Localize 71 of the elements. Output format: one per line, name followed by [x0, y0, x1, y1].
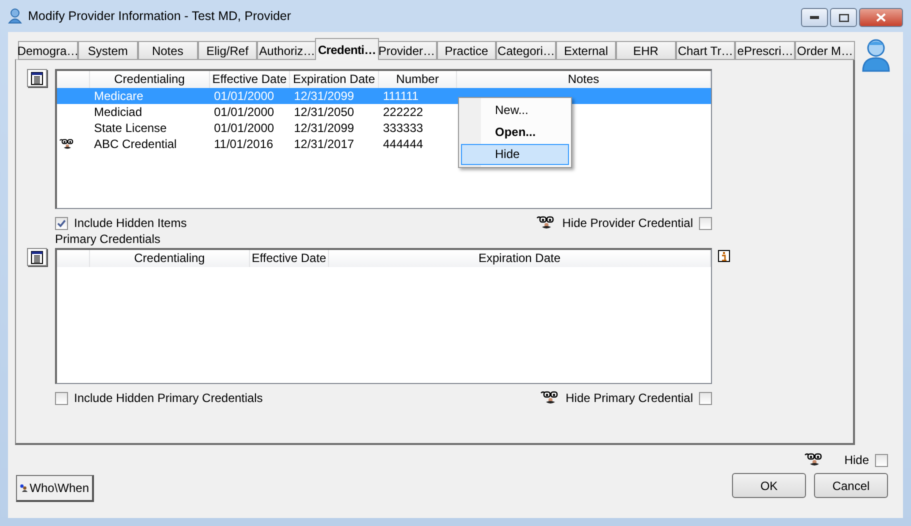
- maximize-icon: [838, 14, 848, 22]
- table-cell-text: 222222: [382, 104, 424, 120]
- table-cell-text: 12/31/2017: [293, 136, 356, 152]
- tab[interactable]: Authoriz…: [257, 41, 318, 60]
- table-cell-text: ABC Credential: [93, 136, 178, 152]
- tab[interactable]: External: [556, 41, 616, 60]
- tab[interactable]: Practice: [436, 41, 496, 60]
- menu-item[interactable]: Hide: [461, 144, 569, 165]
- window-title: Modify Provider Information - Test MD, Provider: [28, 9, 292, 23]
- table-cell-text: 11/01/2016: [213, 136, 274, 152]
- tab[interactable]: Demogra…: [18, 41, 78, 60]
- cancel-button[interactable]: Cancel: [814, 473, 888, 498]
- checkbox[interactable]: [699, 392, 712, 404]
- table-row[interactable]: Mediciad 01/01/2000 12/31/2050 222222: [57, 104, 457, 120]
- table-row[interactable]: State License 01/01/2000 12/31/2099 333333: [57, 120, 457, 136]
- table-cell-text: Medicare: [93, 88, 144, 104]
- checkbox-label: Hide: [844, 453, 869, 467]
- table-cell-text: 12/31/2050: [293, 104, 356, 120]
- maximize-button[interactable]: [830, 8, 857, 27]
- column-header[interactable]: Expiration Date: [329, 250, 711, 267]
- tab[interactable]: Credenti…: [315, 38, 379, 60]
- info-icon[interactable]: [718, 250, 730, 262]
- checkbox-label: Hide Provider Credential: [562, 216, 693, 230]
- tab[interactable]: Order M…: [795, 41, 855, 60]
- minimize-button[interactable]: [801, 8, 828, 27]
- tab[interactable]: Provider…: [376, 41, 437, 60]
- tab[interactable]: Elig/Ref: [198, 41, 258, 60]
- glasses-nose-icon: [540, 390, 560, 406]
- table-cell-text: 444444: [382, 136, 424, 152]
- checkbox-label: Include Hidden Primary Credentials: [74, 391, 263, 405]
- tab[interactable]: System: [78, 41, 138, 60]
- ok-button[interactable]: OK: [732, 473, 806, 498]
- minimize-icon: [810, 16, 819, 20]
- list-icon: [31, 250, 43, 264]
- tab[interactable]: Notes: [138, 41, 198, 60]
- glasses-nose-icon: [59, 138, 75, 150]
- table-cell-text: 111111: [382, 88, 420, 104]
- table-cell-text: 01/01/2000: [213, 120, 276, 136]
- tab[interactable]: Chart Tr…: [676, 41, 736, 60]
- table-cell-text: 12/31/2099: [293, 88, 356, 104]
- close-icon: [876, 13, 886, 22]
- column-header[interactable]: Effective Date: [250, 250, 329, 267]
- checkbox-label: Include Hidden Items: [74, 216, 187, 230]
- table-row[interactable]: ABC Credential 11/01/2016 12/31/2017 444444: [57, 136, 457, 152]
- table-cell-text: 333333: [382, 120, 424, 136]
- checkbox[interactable]: [875, 454, 888, 466]
- checkbox[interactable]: [699, 216, 712, 230]
- table-cell-text: 01/01/2000: [213, 88, 276, 104]
- table-cell-text: Mediciad: [93, 104, 144, 120]
- person-icon: [8, 8, 22, 24]
- glasses-nose-icon: [536, 215, 556, 231]
- checkbox[interactable]: [55, 216, 68, 230]
- list-icon: [31, 72, 43, 84]
- checkbox[interactable]: [55, 392, 68, 404]
- section-title: Primary Credentials: [55, 232, 162, 248]
- column-header[interactable]: Credentialing: [90, 250, 250, 267]
- who-when-button[interactable]: Who\When: [16, 475, 94, 502]
- column-chooser-button[interactable]: [27, 69, 47, 87]
- table-cell-text: State License: [93, 120, 168, 136]
- table-cell-text: 12/31/2099: [293, 120, 356, 136]
- checkbox-label: Hide Primary Credential: [566, 391, 693, 405]
- tab[interactable]: EHR: [616, 41, 676, 60]
- person-icon: [861, 38, 891, 72]
- tab[interactable]: ePrescri…: [735, 41, 796, 60]
- column-chooser-button[interactable]: [27, 248, 47, 266]
- tab[interactable]: Categori…: [496, 41, 556, 60]
- close-button[interactable]: [859, 8, 903, 27]
- menu-item[interactable]: New...: [461, 100, 569, 121]
- table-cell-text: 01/01/2000: [213, 104, 276, 120]
- glasses-nose-icon: [804, 452, 824, 468]
- menu-item[interactable]: Open...: [461, 122, 569, 143]
